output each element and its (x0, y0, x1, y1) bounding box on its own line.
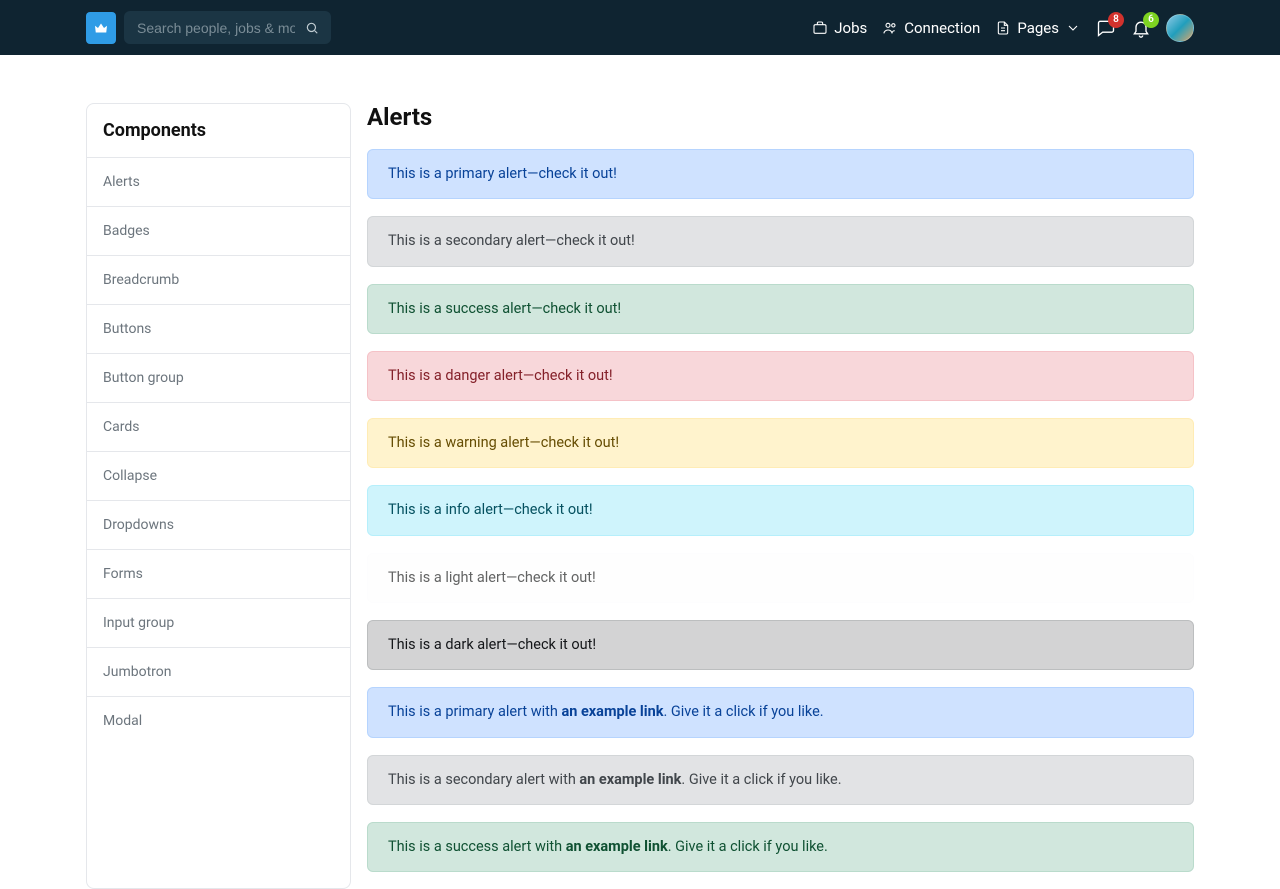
alert-example-link[interactable]: an example link (566, 838, 668, 855)
briefcase-icon (812, 20, 828, 36)
sidebar-item-cards[interactable]: Cards (87, 403, 350, 452)
alert-info: This is a info alert—check it out! (367, 485, 1194, 535)
sidebar-item-button-group[interactable]: Button group (87, 354, 350, 403)
avatar[interactable] (1166, 14, 1194, 42)
alert-dark: This is a dark alert—check it out! (367, 620, 1194, 670)
alert-warning: This is a warning alert—check it out! (367, 418, 1194, 468)
alert-primary-link: This is a primary alert with an example … (367, 687, 1194, 737)
nav-connection-label: Connection (904, 19, 980, 37)
sidebar-item-modal[interactable]: Modal (87, 697, 350, 745)
nav-pages[interactable]: Pages (995, 19, 1081, 37)
logo[interactable] (86, 12, 116, 44)
notifications-badge: 6 (1143, 12, 1159, 28)
alert-text: This is a success alert with (388, 838, 566, 855)
alert-success: This is a success alert—check it out! (367, 284, 1194, 334)
sidebar-item-forms[interactable]: Forms (87, 550, 350, 599)
nav-pages-label: Pages (1017, 19, 1059, 37)
sidebar-item-collapse[interactable]: Collapse (87, 452, 350, 501)
sidebar-item-dropdowns[interactable]: Dropdowns (87, 501, 350, 550)
alert-secondary-link: This is a secondary alert with an exampl… (367, 755, 1194, 805)
main: Alerts This is a primary alert—check it … (367, 103, 1194, 889)
crown-icon (92, 19, 110, 37)
nav-jobs[interactable]: Jobs (812, 19, 867, 37)
nav-connection[interactable]: Connection (882, 19, 980, 37)
file-icon (995, 20, 1011, 36)
sidebar-item-buttons[interactable]: Buttons (87, 305, 350, 354)
navbar: Jobs Connection Pages 8 6 (0, 0, 1280, 55)
notifications-button[interactable]: 6 (1131, 18, 1151, 38)
alert-example-link[interactable]: an example link (579, 771, 681, 788)
alert-light: This is a light alert—check it out! (367, 553, 1194, 603)
alert-text: . Give it a click if you like. (663, 703, 823, 720)
alert-example-link[interactable]: an example link (561, 703, 663, 720)
alert-text: This is a primary alert with (388, 703, 561, 720)
search-icon (305, 21, 319, 35)
messages-button[interactable]: 8 (1096, 18, 1116, 38)
container: Components Alerts Badges Breadcrumb Butt… (0, 55, 1280, 889)
alert-primary: This is a primary alert—check it out! (367, 149, 1194, 199)
alert-text: . Give it a click if you like. (668, 838, 828, 855)
sidebar-item-jumbotron[interactable]: Jumbotron (87, 648, 350, 697)
page-title: Alerts (367, 103, 1194, 131)
alert-danger: This is a danger alert—check it out! (367, 351, 1194, 401)
nav-links: Jobs Connection Pages 8 6 (812, 14, 1194, 42)
sidebar-header: Components (87, 104, 350, 158)
sidebar-item-alerts[interactable]: Alerts (87, 158, 350, 207)
search-input[interactable] (124, 11, 331, 44)
messages-badge: 8 (1108, 12, 1124, 28)
alert-secondary: This is a secondary alert—check it out! (367, 216, 1194, 266)
users-icon (882, 20, 898, 36)
sidebar-item-breadcrumb[interactable]: Breadcrumb (87, 256, 350, 305)
sidebar-item-badges[interactable]: Badges (87, 207, 350, 256)
sidebar-item-input-group[interactable]: Input group (87, 599, 350, 648)
alert-success-link: This is a success alert with an example … (367, 822, 1194, 872)
alert-text: . Give it a click if you like. (681, 771, 841, 788)
sidebar: Components Alerts Badges Breadcrumb Butt… (86, 103, 351, 889)
nav-jobs-label: Jobs (834, 19, 867, 37)
search-wrap (124, 11, 331, 44)
alert-text: This is a secondary alert with (388, 771, 579, 788)
chevron-down-icon (1065, 20, 1081, 36)
